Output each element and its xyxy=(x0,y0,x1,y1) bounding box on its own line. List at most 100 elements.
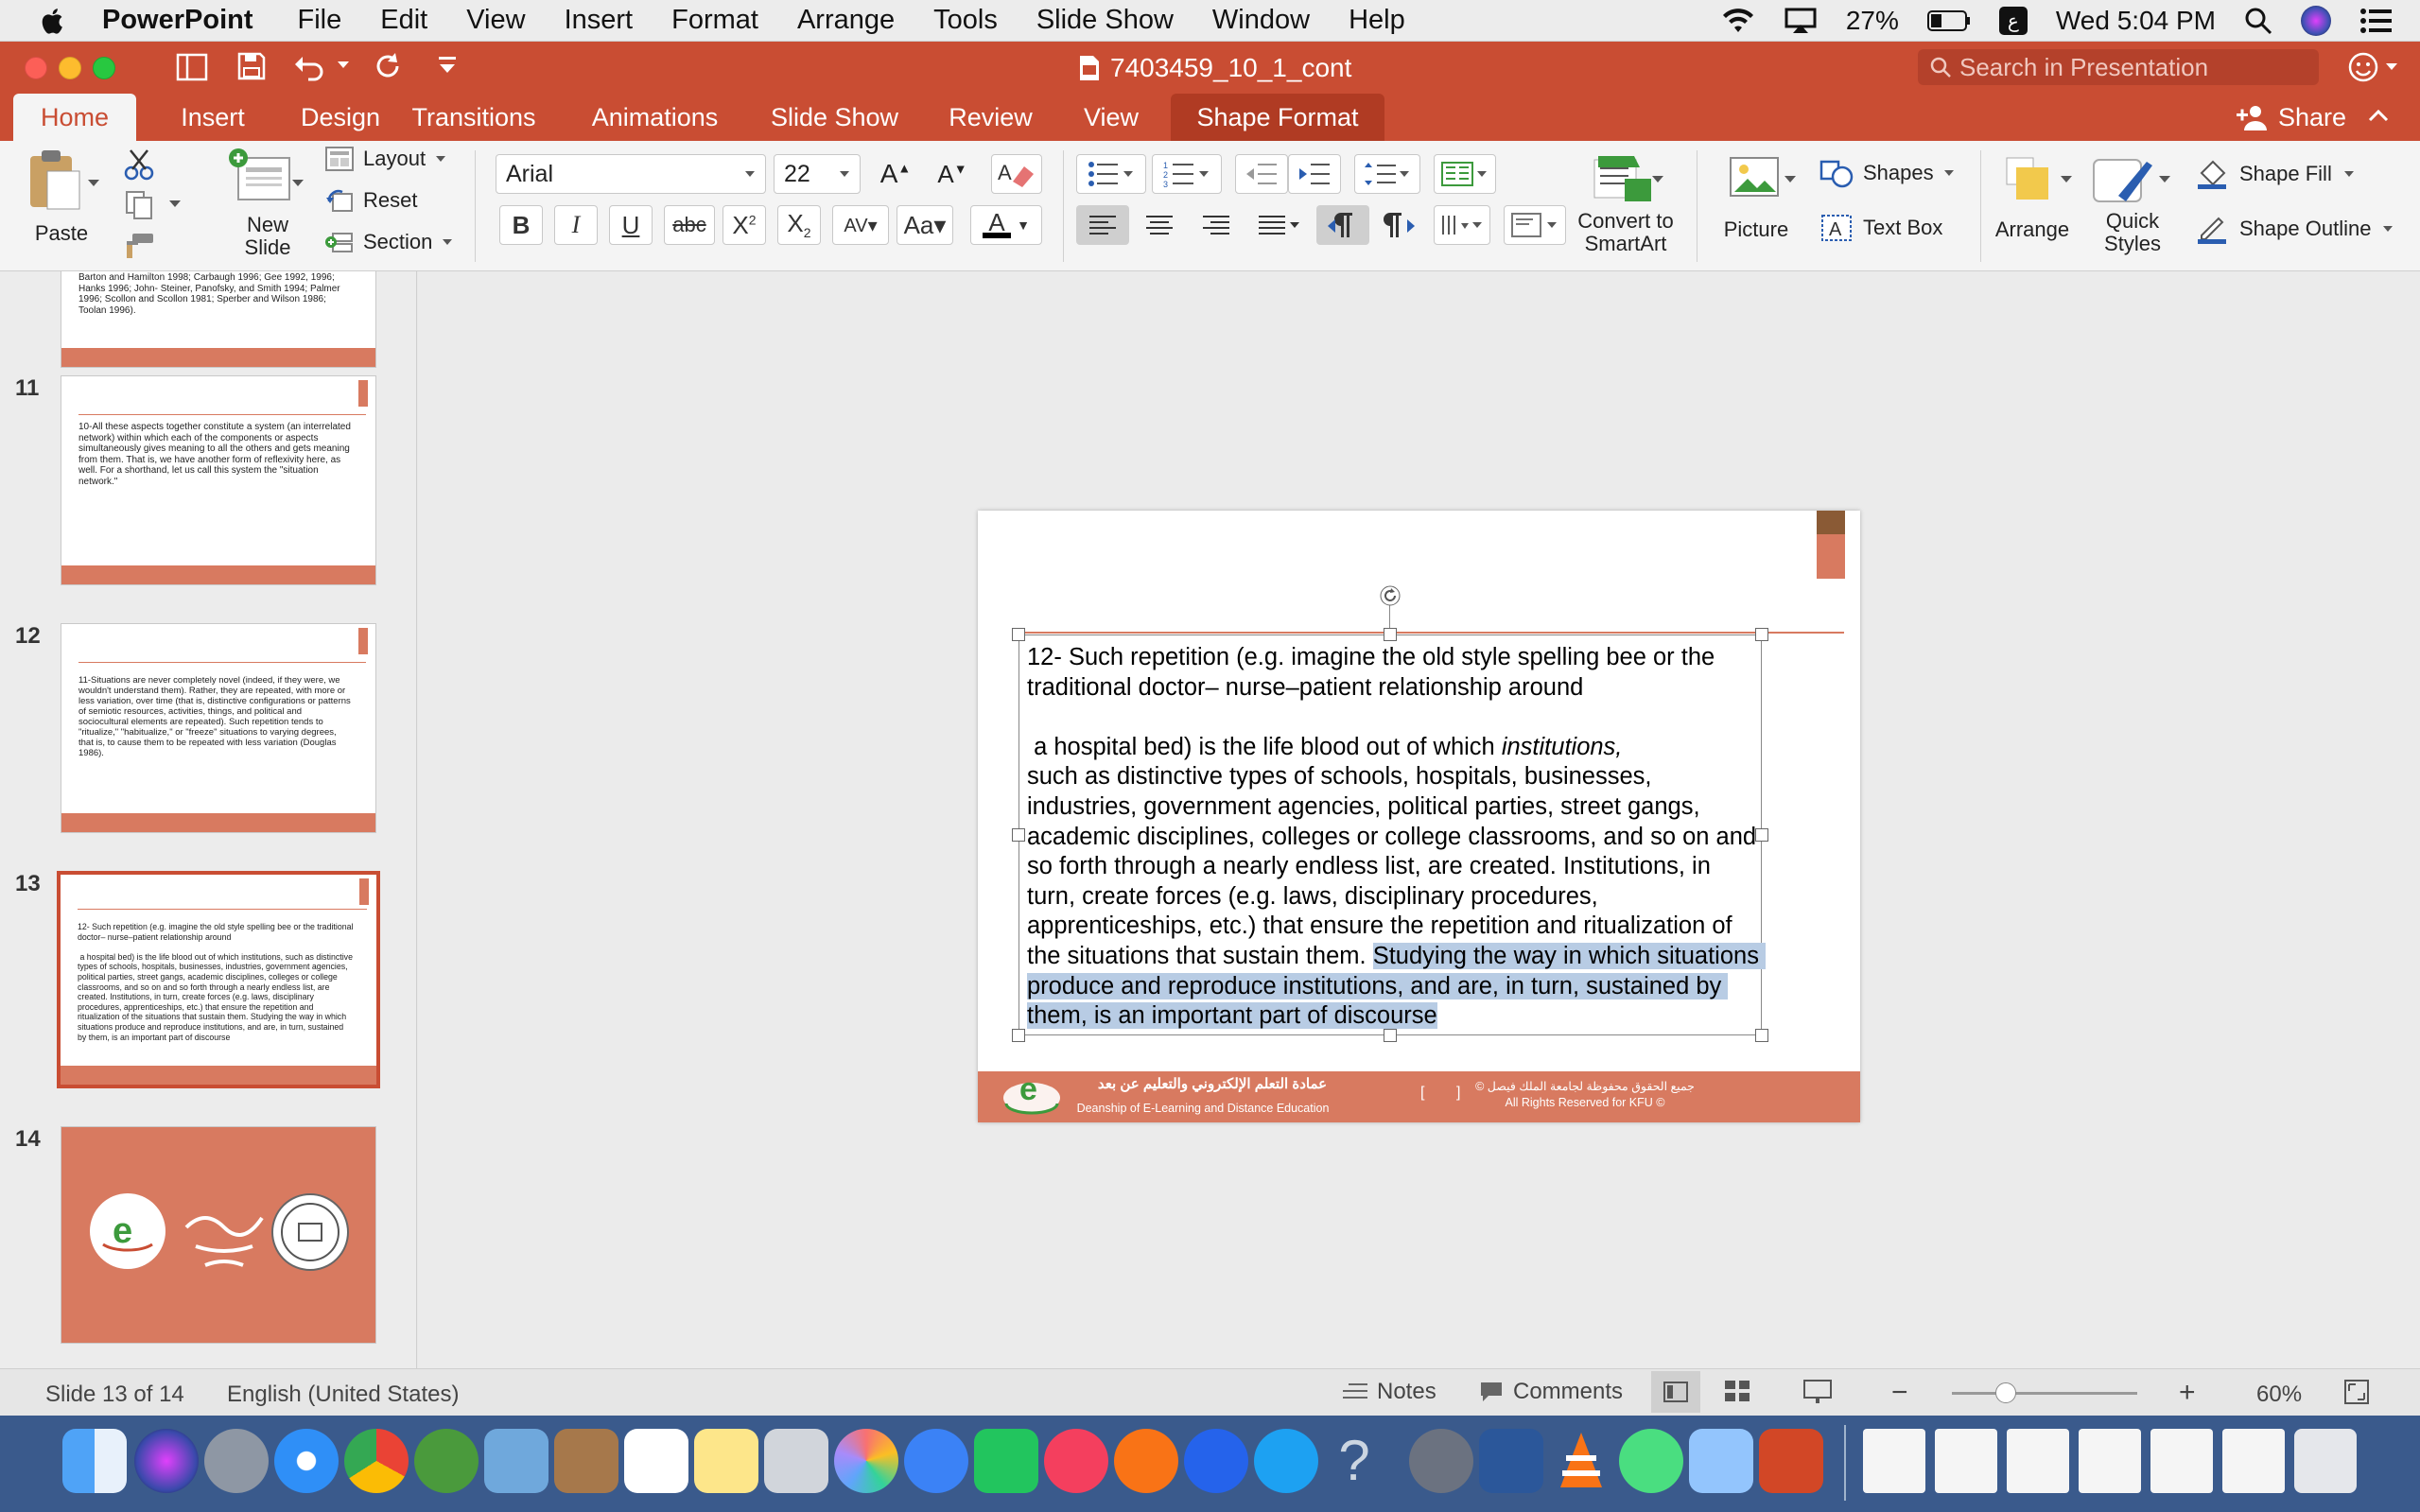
slide-thumbnail-panel[interactable]: Barton and Hamilton 1998; Carbaugh 1996;… xyxy=(0,271,417,1368)
notes-button[interactable]: Notes xyxy=(1343,1379,1436,1405)
align-text-button[interactable] xyxy=(1504,205,1566,245)
fit-to-window-icon[interactable] xyxy=(2343,1379,2370,1405)
justify-button[interactable] xyxy=(1246,205,1313,245)
menu-edit[interactable]: Edit xyxy=(380,5,427,36)
decrease-indent-button[interactable] xyxy=(1235,154,1288,194)
reading-view-button[interactable] xyxy=(1802,1377,1833,1412)
resize-handle-top-right[interactable] xyxy=(1755,628,1768,641)
image-capture-icon[interactable] xyxy=(1689,1429,1753,1493)
zoom-level[interactable]: 60% xyxy=(2256,1382,2302,1408)
menu-format[interactable]: Format xyxy=(671,5,758,36)
superscript-button[interactable]: X2 xyxy=(723,205,766,245)
close-window-button[interactable] xyxy=(25,57,47,79)
safari-icon[interactable] xyxy=(274,1429,339,1493)
new-slide-button[interactable]: New Slide xyxy=(216,148,320,267)
menubar-clock[interactable]: Wed 5:04 PM xyxy=(2056,6,2216,36)
slide-thumbnail-10[interactable]: Barton and Hamilton 1998; Carbaugh 1996;… xyxy=(61,271,376,368)
menu-view[interactable]: View xyxy=(466,5,525,36)
wifi-icon[interactable] xyxy=(1721,8,1755,34)
twitter-icon[interactable] xyxy=(1254,1429,1318,1493)
rtl-direction-button[interactable] xyxy=(1373,205,1426,245)
numbering-button[interactable]: 123 xyxy=(1152,154,1222,194)
collapse-ribbon-icon[interactable] xyxy=(2368,109,2389,122)
align-right-button[interactable] xyxy=(1190,205,1243,245)
arrange-button[interactable]: Arrange xyxy=(1990,154,2075,266)
copy-dropdown-icon[interactable] xyxy=(168,200,182,209)
chrome-icon[interactable] xyxy=(344,1429,409,1493)
shape-outline-button[interactable]: Shape Outline xyxy=(2196,213,2394,245)
menu-tools[interactable]: Tools xyxy=(933,5,998,36)
change-case-button[interactable]: Aa▾ xyxy=(897,205,953,245)
recent-document-2[interactable] xyxy=(1935,1429,1997,1493)
increase-font-size-button[interactable]: A▲ xyxy=(870,154,921,194)
recent-document-6[interactable] xyxy=(2222,1429,2285,1493)
picture-dropdown-icon[interactable] xyxy=(1784,175,1797,184)
resize-handle-top-left[interactable] xyxy=(1012,628,1025,641)
smartart-dropdown-icon[interactable] xyxy=(1651,175,1664,184)
zoom-window-button[interactable] xyxy=(93,57,115,79)
vlc-icon[interactable] xyxy=(1549,1429,1613,1493)
zoom-out-button[interactable]: − xyxy=(1891,1377,1908,1409)
columns-button[interactable] xyxy=(1434,154,1496,194)
menu-window[interactable]: Window xyxy=(1212,5,1310,36)
slide-thumbnail-11[interactable]: 10-All these aspects together constitute… xyxy=(61,375,376,585)
battery-icon[interactable] xyxy=(1926,9,1971,32)
underline-button[interactable]: U xyxy=(609,205,653,245)
zoom-in-button[interactable]: + xyxy=(2179,1377,2196,1409)
tab-transitions[interactable]: Transitions xyxy=(397,94,550,141)
app-store-icon[interactable] xyxy=(1184,1429,1248,1493)
reset-button[interactable]: Reset xyxy=(325,188,417,213)
align-left-button[interactable] xyxy=(1076,205,1129,245)
slide-body-text[interactable]: 12- Such repetition (e.g. imagine the ol… xyxy=(1027,643,1767,1032)
tab-home[interactable]: Home xyxy=(13,94,136,141)
tab-view[interactable]: View xyxy=(1069,94,1154,141)
redo-icon[interactable] xyxy=(374,51,403,81)
font-color-button[interactable]: A ▼ xyxy=(970,205,1042,245)
shape-fill-button[interactable]: Shape Fill xyxy=(2196,158,2355,190)
minimize-window-button[interactable] xyxy=(59,57,81,79)
tab-slide-show[interactable]: Slide Show xyxy=(757,94,913,141)
undo-dropdown-icon[interactable] xyxy=(337,61,350,70)
resize-handle-bottom[interactable] xyxy=(1384,1029,1397,1042)
recent-document-4[interactable] xyxy=(2079,1429,2141,1493)
smiley-feedback-icon[interactable] xyxy=(2347,51,2379,83)
menu-arrange[interactable]: Arrange xyxy=(797,5,895,36)
tab-insert[interactable]: Insert xyxy=(151,94,274,141)
recent-document-3[interactable] xyxy=(2007,1429,2069,1493)
spotlight-icon[interactable] xyxy=(2244,7,2272,35)
rotate-handle-icon[interactable] xyxy=(1379,584,1402,607)
messages-icon[interactable] xyxy=(904,1429,968,1493)
slide-thumbnail-13-selected[interactable]: 12- Such repetition (e.g. imagine the ol… xyxy=(57,871,380,1088)
zoom-slider-thumb[interactable] xyxy=(1995,1382,2016,1403)
normal-view-button[interactable] xyxy=(1651,1371,1700,1413)
slide-thumbnail-12[interactable]: 11-Situations are never completely novel… xyxy=(61,623,376,833)
text-box-button[interactable]: A Text Box xyxy=(1819,213,1942,243)
picture-button[interactable]: Picture xyxy=(1714,154,1799,266)
word-icon[interactable] xyxy=(1479,1429,1543,1493)
selected-text-box[interactable]: 12- Such repetition (e.g. imagine the ol… xyxy=(1018,634,1767,1035)
character-spacing-button[interactable]: AV▾ xyxy=(832,205,889,245)
shapes-button[interactable]: Shapes xyxy=(1819,158,1955,188)
strikethrough-button[interactable]: abc xyxy=(664,205,715,245)
zoom-slider-track[interactable] xyxy=(1952,1392,2137,1395)
menu-insert[interactable]: Insert xyxy=(565,5,634,36)
resize-handle-right[interactable] xyxy=(1755,828,1768,842)
globe-app-icon[interactable] xyxy=(414,1429,479,1493)
italic-button[interactable]: I xyxy=(554,205,598,245)
airplay-icon[interactable] xyxy=(1784,7,1818,35)
customize-toolbar-icon[interactable] xyxy=(437,55,458,78)
line-spacing-button[interactable] xyxy=(1354,154,1420,194)
resize-handle-left[interactable] xyxy=(1012,828,1025,842)
slide-sorter-button[interactable] xyxy=(1723,1377,1751,1412)
powerpoint-icon[interactable] xyxy=(1759,1429,1823,1493)
quick-styles-button[interactable]: Quick Styles xyxy=(2081,154,2185,266)
feedback-dropdown-icon[interactable] xyxy=(2385,62,2398,72)
menu-slide-show[interactable]: Slide Show xyxy=(1036,5,1174,36)
subscript-button[interactable]: X2 xyxy=(777,205,821,245)
paste-dropdown-icon[interactable] xyxy=(87,179,100,188)
menu-file[interactable]: File xyxy=(298,5,342,36)
menu-help[interactable]: Help xyxy=(1349,5,1405,36)
paste-button[interactable]: Paste xyxy=(19,148,104,262)
photos-icon[interactable] xyxy=(834,1429,898,1493)
section-button[interactable]: Section xyxy=(325,230,453,254)
